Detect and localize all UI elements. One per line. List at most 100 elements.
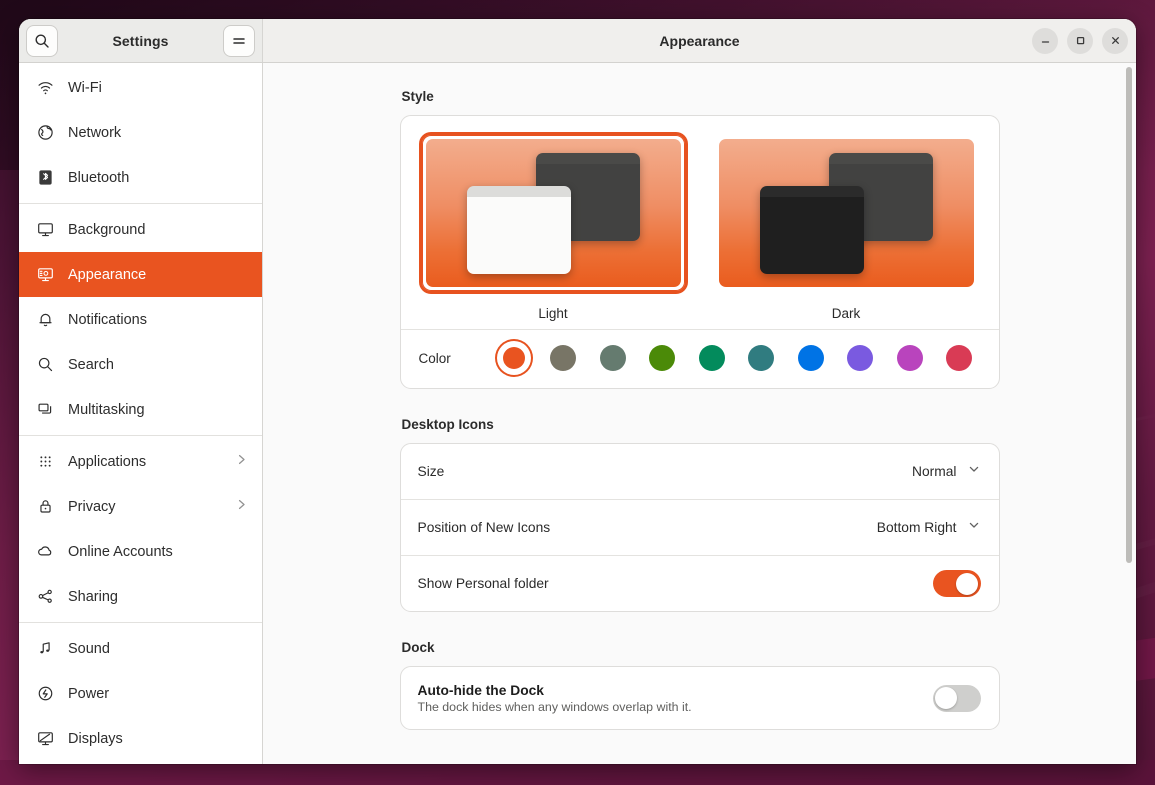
sidebar-item-label: Displays [68, 730, 123, 747]
chevron-right-icon [235, 498, 248, 515]
chevron-down-icon[interactable] [967, 518, 981, 537]
style-preview-light [425, 139, 681, 287]
row-show-personal-folder[interactable]: Show Personal folder [401, 556, 999, 611]
sidebar-item-network[interactable]: Network [19, 110, 262, 155]
row-icon-size[interactable]: Size Normal [401, 444, 999, 499]
sidebar-item-label: Sound [68, 640, 110, 657]
desktop-icons-section: Desktop Icons Size Normal Position of Ne… [399, 417, 1000, 612]
sidebar-divider [19, 622, 262, 623]
sidebar-item-multitasking[interactable]: Multitasking [19, 387, 262, 432]
sidebar-item-label: Privacy [68, 498, 116, 515]
sidebar-item-label: Network [68, 124, 122, 141]
show-personal-folder-toggle[interactable] [932, 570, 981, 597]
sidebar-item-power[interactable]: Power [19, 671, 262, 716]
row-text-block: Auto-hide the Dock The dock hides when a… [418, 683, 933, 714]
style-card: Light Dark Color [399, 115, 1000, 389]
sidebar-item-search[interactable]: Search [19, 342, 262, 387]
sidebar-item-online-accounts[interactable]: Online Accounts [19, 529, 262, 574]
search-button[interactable] [26, 24, 58, 57]
style-thumb-frame-dark [712, 132, 981, 294]
sidebar-item-label: Online Accounts [68, 543, 173, 560]
maximize-icon [1076, 36, 1084, 45]
page-title: Appearance [659, 32, 740, 49]
mock-titlebar [467, 186, 571, 197]
bluetooth-icon [36, 169, 54, 187]
sidebar-item-label: Background [68, 221, 146, 238]
dock-section: Dock Auto-hide the Dock The dock hides w… [399, 640, 1000, 730]
mock-titlebar [760, 186, 864, 197]
row-label: Auto-hide the Dock [417, 682, 544, 698]
sidebar-item-label: Multitasking [68, 401, 145, 418]
share-nodes-icon [36, 588, 54, 606]
maximize-button[interactable] [1067, 27, 1093, 54]
row-position-of-new-icons[interactable]: Position of New Icons Bottom Right [401, 500, 999, 555]
applications-grid-icon [36, 453, 54, 471]
swatch-fill [649, 345, 676, 371]
sidebar-item-notifications[interactable]: Notifications [19, 297, 262, 342]
settings-window: Settings Appearance Wi-Fi Network Blueto… [19, 19, 1136, 764]
color-swatch-teal[interactable] [744, 341, 778, 375]
mock-titlebar [829, 153, 933, 164]
sidebar-item-applications[interactable]: Applications [19, 439, 262, 484]
swatch-fill [748, 345, 775, 371]
dock-card: Auto-hide the Dock The dock hides when a… [399, 666, 1000, 730]
color-swatch-purple[interactable] [843, 341, 877, 375]
sidebar-divider [19, 435, 262, 436]
displays-monitor-icon [36, 730, 54, 748]
lock-icon [36, 498, 54, 516]
music-note-icon [36, 640, 54, 658]
auto-hide-dock-toggle[interactable] [932, 684, 981, 712]
color-swatch-sage[interactable] [596, 341, 630, 375]
sidebar-item-sharing[interactable]: Sharing [19, 574, 262, 619]
sidebar-item-label: Bluetooth [68, 169, 130, 186]
mock-window-front [467, 186, 571, 274]
content-area: Style Light Dark Color Desktop Icons Siz… [263, 63, 1136, 764]
sidebar-item-appearance[interactable]: Appearance [19, 252, 262, 297]
app-title: Settings [112, 32, 169, 49]
color-swatch-emerald[interactable] [695, 341, 729, 375]
color-swatch-blue[interactable] [794, 341, 828, 375]
mock-window-front [760, 186, 864, 274]
row-label: Position of New Icons [417, 520, 551, 535]
style-option-dark[interactable]: Dark [712, 132, 981, 321]
background-monitor-icon [36, 221, 54, 239]
chevron-down-icon[interactable] [967, 462, 981, 481]
desktop-background: Settings Appearance Wi-Fi Network Blueto… [0, 0, 1155, 785]
style-option-label: Dark [831, 306, 861, 321]
color-swatches [497, 341, 981, 375]
sidebar-item-displays[interactable]: Displays [19, 716, 262, 761]
content-scrollbar[interactable] [1126, 67, 1132, 563]
toggle-knob [935, 687, 957, 709]
swatch-fill [550, 345, 577, 371]
color-swatch-red[interactable] [942, 341, 976, 375]
appearance-monitor-icon [36, 266, 54, 284]
sidebar-item-label: Power [68, 685, 110, 702]
color-swatch-orange[interactable] [497, 341, 531, 375]
toggle-knob [956, 572, 978, 595]
close-button[interactable] [1102, 27, 1128, 54]
sidebar-item-sound[interactable]: Sound [19, 626, 262, 671]
titlebar-content-section: Appearance [263, 19, 1136, 62]
sidebar-item-privacy[interactable]: Privacy [19, 484, 262, 529]
color-swatch-green[interactable] [645, 341, 679, 375]
style-options-row: Light Dark [401, 116, 999, 329]
style-option-light[interactable]: Light [418, 132, 688, 321]
color-swatch-olive[interactable] [546, 341, 580, 375]
sidebar-item-wifi[interactable]: Wi-Fi [19, 65, 262, 110]
mock-body [467, 197, 571, 274]
mock-titlebar [536, 153, 640, 164]
main-menu-button[interactable] [223, 24, 255, 57]
desktop-icons-section-title: Desktop Icons [401, 417, 494, 432]
minimize-button[interactable] [1032, 27, 1058, 54]
sidebar-item-label: Appearance [68, 266, 147, 283]
row-auto-hide-dock[interactable]: Auto-hide the Dock The dock hides when a… [401, 667, 999, 729]
sidebar-item-bluetooth[interactable]: Bluetooth [19, 155, 262, 200]
swatch-fill [797, 345, 824, 371]
settings-sidebar[interactable]: Wi-Fi Network Bluetooth Background Appea… [19, 63, 263, 764]
cloud-icon [36, 543, 54, 561]
sidebar-item-background[interactable]: Background [19, 207, 262, 252]
mock-body [760, 197, 864, 274]
color-swatch-magenta[interactable] [893, 341, 927, 375]
row-label: Show Personal folder [417, 576, 549, 591]
sidebar-item-partial[interactable] [19, 761, 262, 764]
